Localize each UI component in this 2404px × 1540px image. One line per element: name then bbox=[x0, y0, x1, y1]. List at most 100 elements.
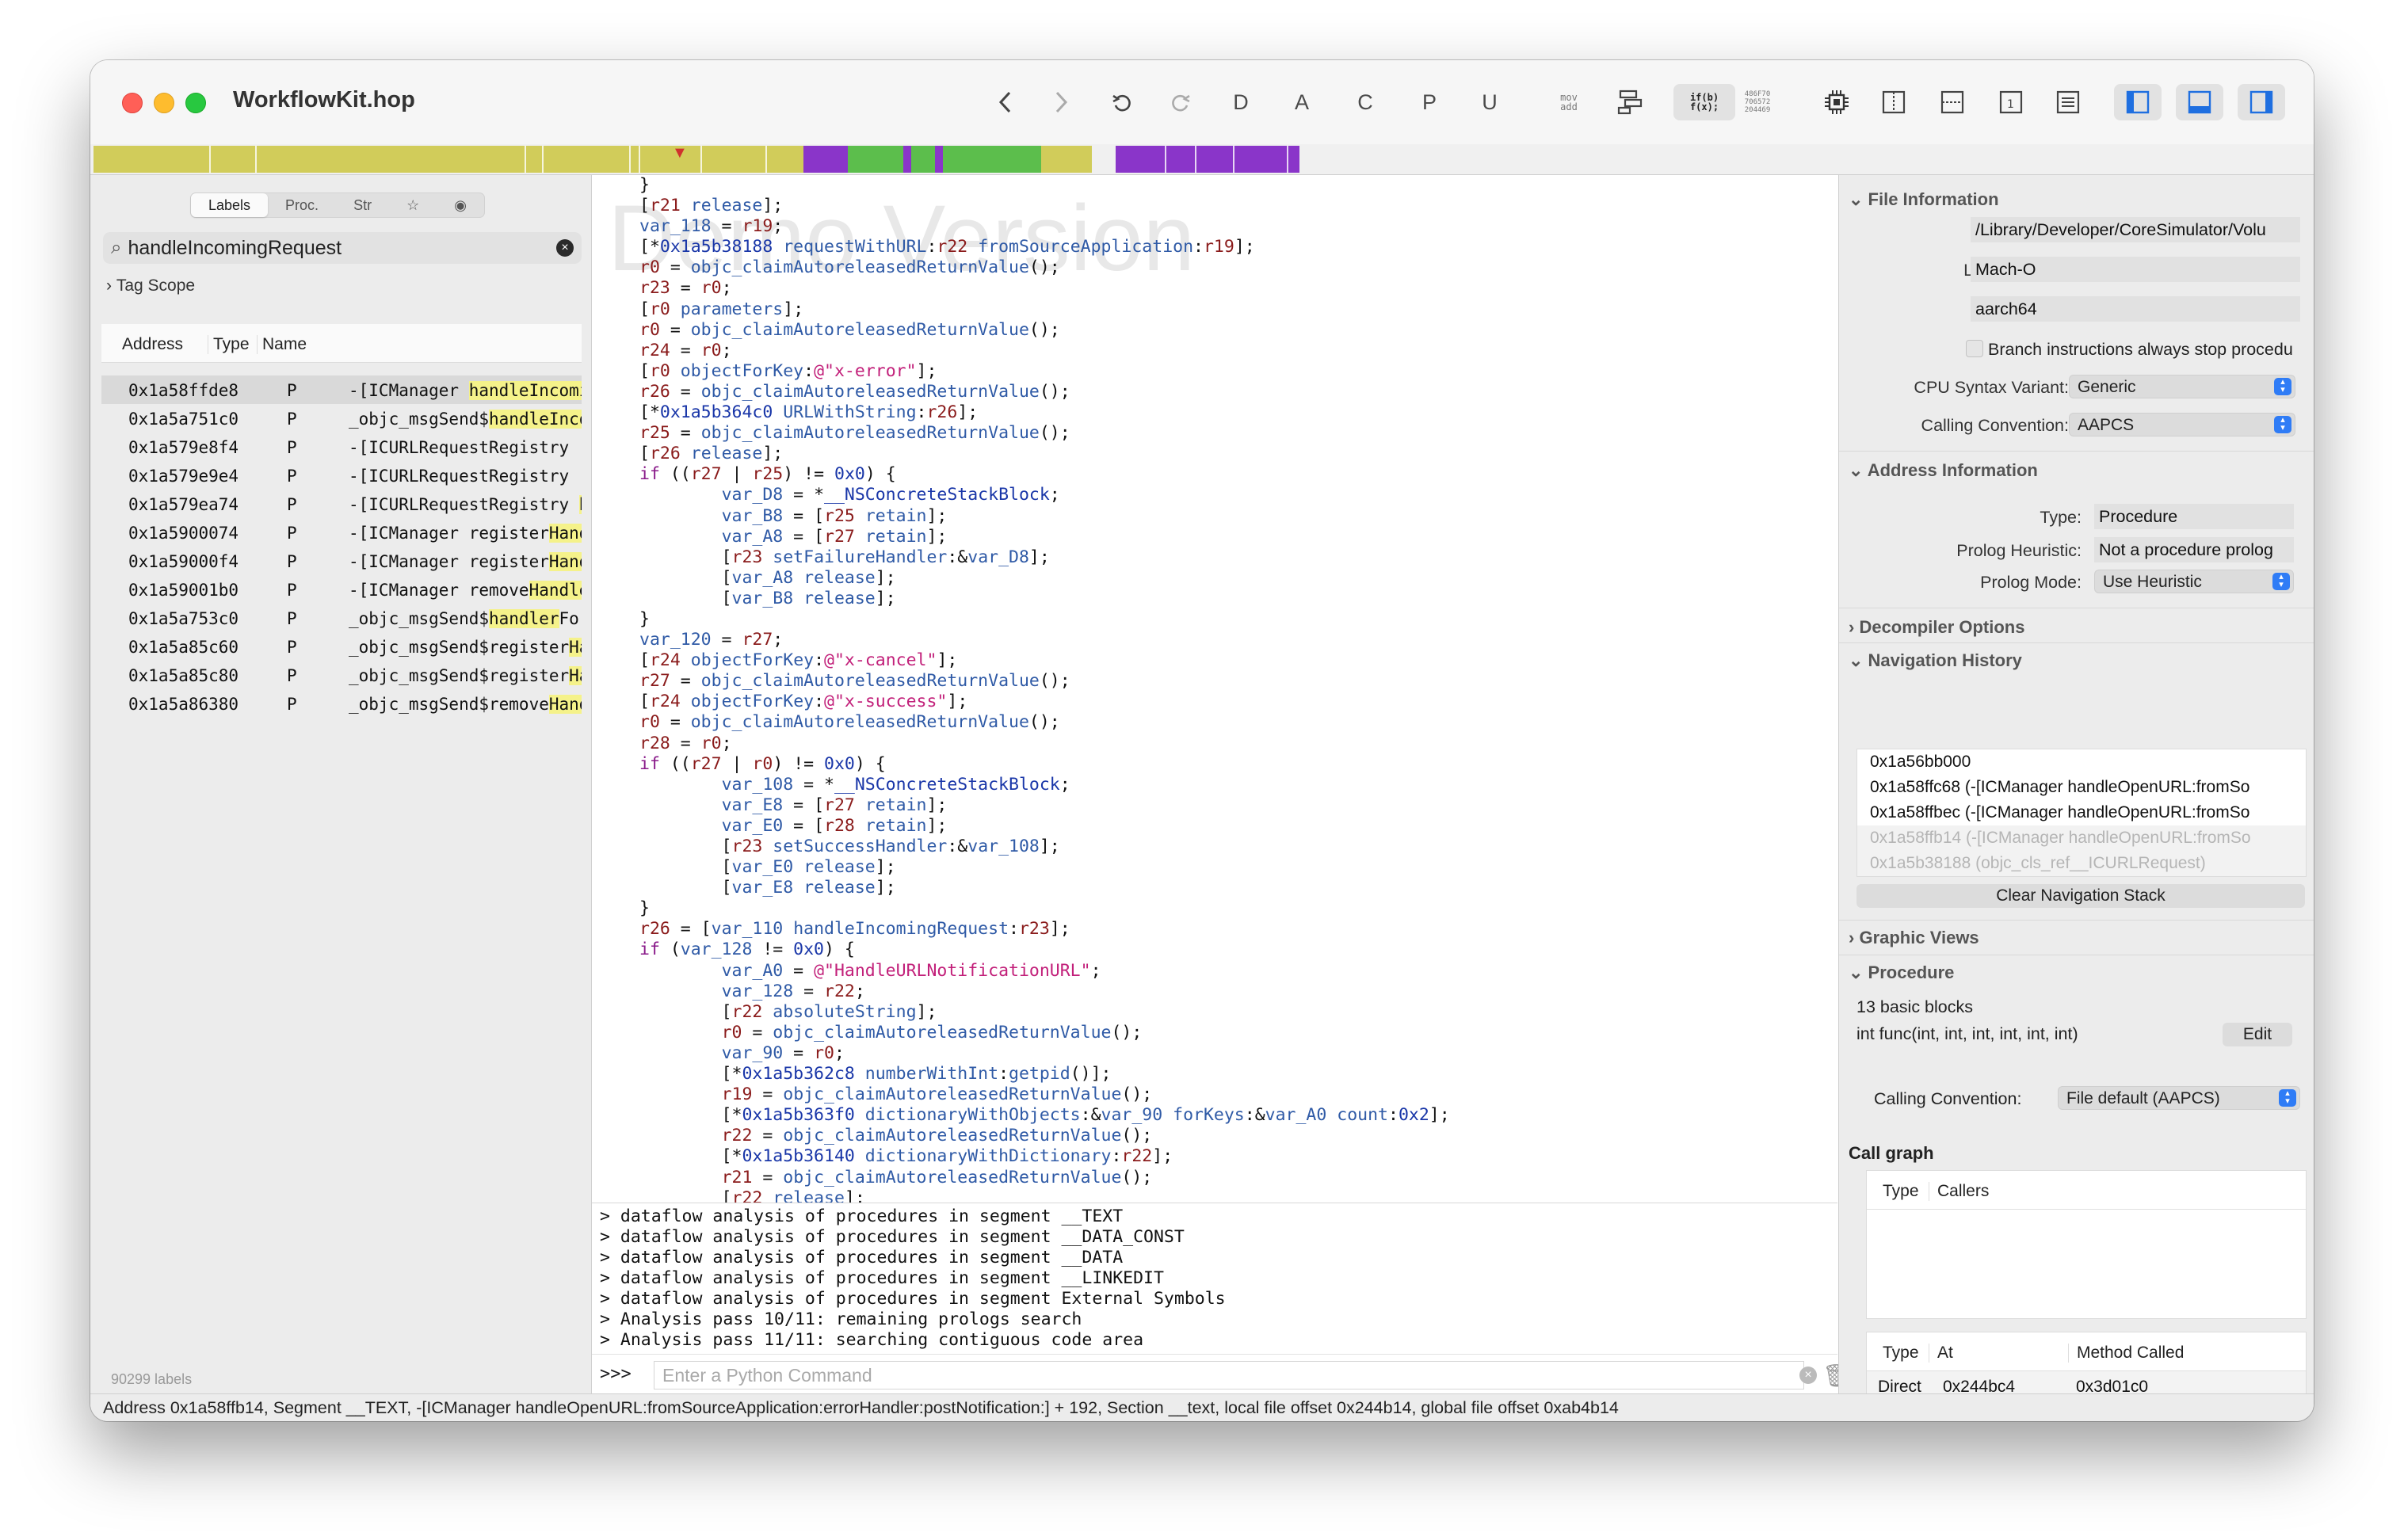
mode-u-button[interactable]: U bbox=[1474, 84, 1505, 120]
split-vertical-button[interactable] bbox=[1878, 84, 1910, 120]
close-window-button[interactable] bbox=[122, 93, 143, 113]
label-row[interactable]: 0x1a59000f4 P -[ICManager registerHand bbox=[101, 547, 582, 575]
python-command-input[interactable] bbox=[654, 1361, 1804, 1389]
assembly-mode-button[interactable]: mov add bbox=[1553, 84, 1585, 120]
tab-strings[interactable]: Str bbox=[336, 193, 389, 217]
calling-convention-popup[interactable]: AAPCS ▴ ▾ bbox=[2069, 413, 2295, 436]
procedure-calling-convention-popup[interactable]: File default (AAPCS) ▴ ▾ bbox=[2058, 1086, 2300, 1110]
called-method-row[interactable]: Direct 0x244bc4 0x3d01c0 bbox=[1867, 1371, 2306, 1393]
nav-history-item[interactable]: 0x1a56bb000 bbox=[1857, 749, 2306, 775]
segment-objc[interactable] bbox=[935, 146, 943, 173]
undo-button[interactable] bbox=[1106, 84, 1138, 120]
label-name-match: Handle bbox=[528, 581, 582, 600]
pseudocode-text[interactable]: } [r21 release]; var_118 = r19; [*0x1a5b… bbox=[639, 175, 1450, 1203]
column-address[interactable]: Address bbox=[122, 335, 183, 354]
column-name[interactable]: Name bbox=[257, 335, 307, 354]
document-info-button[interactable] bbox=[2052, 84, 2084, 120]
column-type[interactable]: Type bbox=[208, 335, 250, 354]
label-row[interactable]: 0x1a5a85c80 P _objc_msgSend$registerHan bbox=[101, 661, 582, 689]
clear-command-button[interactable]: × bbox=[1799, 1367, 1817, 1384]
sidebar-tab-control[interactable]: Labels Proc. Str ☆ ◉ bbox=[190, 192, 485, 218]
label-row[interactable]: 0x1a5a751c0 P _objc_msgSend$handleIncom bbox=[101, 404, 582, 433]
label-row[interactable]: 0x1a59001b0 P -[ICManager removeHandle bbox=[101, 575, 582, 604]
pseudocode-view[interactable]: Demo Version } [r21 release]; var_118 = … bbox=[592, 175, 1837, 1203]
segment-text[interactable] bbox=[93, 146, 803, 173]
decompiler-options-header[interactable]: › Decompiler Options bbox=[1849, 617, 2025, 638]
cpu-button[interactable] bbox=[1821, 84, 1853, 120]
clear-search-button[interactable]: × bbox=[556, 239, 574, 257]
nav-history-item[interactable]: 0x1a58ffc68 (-[ICManager handleOpenURL:f… bbox=[1857, 775, 2306, 800]
mode-c-button[interactable]: C bbox=[1349, 84, 1381, 120]
cfg-mode-button[interactable] bbox=[1615, 84, 1647, 120]
branch-stop-checkbox[interactable] bbox=[1966, 340, 1983, 357]
tab-procedures[interactable]: Proc. bbox=[268, 193, 336, 217]
file-information-header[interactable]: ⌄ File Information bbox=[1849, 189, 1999, 210]
split-horizontal-button[interactable] bbox=[1937, 84, 1968, 120]
zoom-window-button[interactable] bbox=[185, 93, 206, 113]
segment-text[interactable] bbox=[1041, 146, 1092, 173]
syntax-variant-popup[interactable]: Generic ▴ ▾ bbox=[2069, 375, 2295, 398]
segment-objc[interactable] bbox=[1116, 146, 1299, 173]
prolog-mode-popup[interactable]: Use Heuristic ▴ ▾ bbox=[2094, 570, 2294, 593]
toggle-right-sidebar-button[interactable] bbox=[2238, 84, 2285, 120]
clear-navigation-stack-button[interactable]: Clear Navigation Stack bbox=[1856, 884, 2305, 908]
column-at[interactable]: At bbox=[1929, 1344, 1953, 1363]
segment-divider bbox=[542, 146, 544, 173]
label-name: -[ICURLRequestRegistry re bbox=[349, 467, 582, 486]
edit-signature-button[interactable]: Edit bbox=[2223, 1023, 2292, 1046]
forward-button[interactable] bbox=[1046, 84, 1078, 120]
label-name-text: _objc_msgSend$remove bbox=[349, 695, 549, 714]
toggle-left-sidebar-button[interactable] bbox=[2114, 84, 2162, 120]
label-name-match: handler bbox=[489, 609, 559, 628]
segment-objc[interactable] bbox=[903, 146, 911, 173]
segment-objc[interactable] bbox=[803, 146, 848, 173]
nav-history-item[interactable]: 0x1a58ffbec (-[ICManager handleOpenURL:f… bbox=[1857, 800, 2306, 825]
tag-scope-disclosure[interactable]: › Tag Scope bbox=[106, 276, 195, 295]
column-type[interactable]: Type bbox=[1883, 1182, 1919, 1201]
navigation-history-header[interactable]: ⌄ Navigation History bbox=[1849, 650, 2022, 671]
redo-button[interactable] bbox=[1165, 84, 1196, 120]
mode-a-button[interactable]: A bbox=[1286, 84, 1318, 120]
label-row[interactable]: 0x1a5900074 P -[ICManager registerHand bbox=[101, 518, 582, 547]
label-search-input[interactable] bbox=[126, 235, 526, 261]
label-address: 0x1a5a85c80 bbox=[128, 666, 239, 685]
label-search-field[interactable]: ⌕ × bbox=[103, 232, 582, 264]
graphic-views-header[interactable]: › Graphic Views bbox=[1849, 928, 1979, 948]
procedure-header[interactable]: ⌄ Procedure bbox=[1849, 962, 1954, 983]
label-row[interactable]: 0x1a5a85c60 P _objc_msgSend$registerHan bbox=[101, 632, 582, 661]
nav-history-item[interactable]: 0x1a58ffb14 (-[ICManager handleOpenURL:f… bbox=[1857, 825, 2306, 851]
minimize-window-button[interactable] bbox=[154, 93, 174, 113]
label-address: 0x1a59000f4 bbox=[128, 552, 239, 571]
label-address: 0x1a579ea74 bbox=[128, 495, 239, 514]
toggle-bottom-panel-button[interactable] bbox=[2176, 84, 2223, 120]
column-callers[interactable]: Callers bbox=[1929, 1182, 1989, 1201]
single-view-button[interactable]: 1 bbox=[1995, 84, 2027, 120]
loader-value: Mach-O bbox=[1971, 257, 2300, 282]
segment-navigation-bar[interactable]: ▼ bbox=[90, 144, 2314, 175]
tab-labels[interactable]: Labels bbox=[191, 193, 269, 217]
mode-d-button[interactable]: D bbox=[1225, 84, 1257, 120]
hex-mode-button[interactable]: 486F70 706572 204469 bbox=[1742, 84, 1773, 120]
chevron-down-icon: ⌄ bbox=[1849, 650, 1868, 670]
label-row[interactable]: 0x1a58ffde8 P -[ICManager handleIncomin bbox=[101, 375, 582, 404]
label-row[interactable]: 0x1a579ea74 P -[ICURLRequestRegistry ha bbox=[101, 490, 582, 518]
address-information-header[interactable]: ⌄ Address Information bbox=[1849, 460, 2038, 481]
segment-data[interactable] bbox=[911, 146, 935, 173]
segment-data[interactable] bbox=[848, 146, 903, 173]
column-type[interactable]: Type bbox=[1883, 1344, 1919, 1363]
title-bar: WorkflowKit.hop D A C P U mov add if(b) … bbox=[90, 60, 2314, 145]
nav-history-item[interactable]: 0x1a5b38188 (objc_cls_ref__ICURLRequest) bbox=[1857, 851, 2306, 876]
label-row[interactable]: 0x1a579e8f4 P -[ICURLRequestRegistry re bbox=[101, 433, 582, 461]
pseudocode-mode-button[interactable]: if(b) f(x); bbox=[1673, 84, 1735, 120]
column-method-called[interactable]: Method Called bbox=[2068, 1344, 2184, 1363]
tab-tags[interactable]: ◉ bbox=[437, 193, 484, 217]
mode-p-button[interactable]: P bbox=[1414, 84, 1445, 120]
tab-bookmarks[interactable]: ☆ bbox=[389, 193, 437, 217]
label-row[interactable]: 0x1a5a86380 P _objc_msgSend$removeHand bbox=[101, 689, 582, 718]
segment-data[interactable] bbox=[943, 146, 1041, 173]
label-row[interactable]: 0x1a5a753c0 P _objc_msgSend$handlerFor bbox=[101, 604, 582, 632]
prolog-mode-value: Use Heuristic bbox=[2103, 573, 2202, 591]
segment-divider bbox=[525, 146, 526, 173]
label-row[interactable]: 0x1a579e9e4 P -[ICURLRequestRegistry re bbox=[101, 461, 582, 490]
back-button[interactable] bbox=[989, 84, 1021, 120]
